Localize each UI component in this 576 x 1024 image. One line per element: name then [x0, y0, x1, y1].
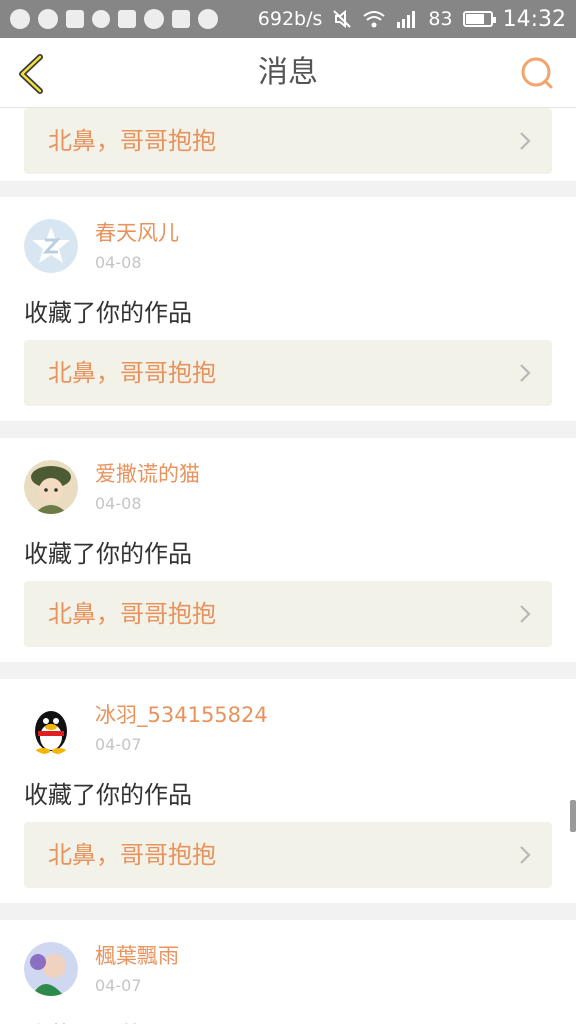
nav-bar: 消息 [0, 38, 576, 108]
work-title: 北鼻，哥哥抱抱 [48, 359, 216, 387]
timestamp: 04-07 [95, 735, 142, 754]
heart-icon [92, 10, 110, 28]
chevron-right-icon [520, 846, 531, 864]
action-text: 收藏了你的作品 [24, 540, 192, 568]
username[interactable]: 楓葉飄雨 [95, 942, 179, 970]
work-link[interactable]: 北鼻，哥哥抱抱 [24, 340, 552, 406]
action-text: 收藏了你的作品 [24, 1016, 192, 1024]
chevron-right-icon [520, 132, 531, 150]
page-title: 消息 [258, 55, 318, 90]
avatar[interactable] [24, 701, 78, 755]
leme-icon [172, 10, 190, 28]
weather-icon [144, 9, 164, 29]
message-card: 楓葉飄雨 04-07 收藏了你的作品 [0, 920, 576, 1024]
wifi-icon [363, 11, 386, 28]
battery-icon [462, 11, 496, 27]
message-card: 北鼻，哥哥抱抱 [0, 108, 576, 181]
chevron-right-icon [520, 605, 531, 623]
work-link[interactable]: 北鼻，哥哥抱抱 [24, 581, 552, 647]
username[interactable]: 春天风儿 [95, 219, 179, 247]
work-title: 北鼻，哥哥抱抱 [48, 841, 216, 869]
search-icon[interactable] [520, 56, 554, 90]
username[interactable]: 爱撒谎的猫 [95, 460, 200, 488]
more-icon [198, 9, 218, 29]
message-card: 冰羽_534155824 04-07 收藏了你的作品 北鼻，哥哥抱抱 [0, 679, 576, 903]
avatar[interactable] [24, 942, 78, 996]
net-speed: 692b/s [257, 8, 323, 30]
avatar[interactable] [24, 460, 78, 514]
sync-icon [10, 9, 30, 29]
status-bar: 692b/s 83 14:32 [0, 0, 576, 38]
battery-level: 83 [428, 8, 453, 30]
action-text: 收藏了你的作品 [24, 781, 192, 809]
image-icon [66, 10, 84, 28]
signal-icon [397, 11, 416, 28]
chevron-right-icon [520, 364, 531, 382]
work-link[interactable]: 北鼻，哥哥抱抱 [24, 108, 552, 174]
clock: 14:32 [502, 6, 566, 32]
notification-icons [10, 9, 218, 29]
username[interactable]: 冰羽_534155824 [95, 701, 268, 729]
scrollbar[interactable] [570, 800, 576, 832]
avatar[interactable] [24, 219, 78, 273]
work-title: 北鼻，哥哥抱抱 [48, 127, 216, 155]
timestamp: 04-08 [95, 494, 142, 513]
mute-icon [333, 9, 352, 29]
action-text: 收藏了你的作品 [24, 299, 192, 327]
timestamp: 04-08 [95, 253, 142, 272]
message-card: 爱撒谎的猫 04-08 收藏了你的作品 北鼻，哥哥抱抱 [0, 438, 576, 662]
timestamp: 04-07 [95, 976, 142, 995]
work-link[interactable]: 北鼻，哥哥抱抱 [24, 822, 552, 888]
message-card: 春天风儿 04-08 收藏了你的作品 北鼻，哥哥抱抱 [0, 197, 576, 421]
work-title: 北鼻，哥哥抱抱 [48, 600, 216, 628]
location-icon [118, 10, 136, 28]
chat-icon [38, 9, 58, 29]
